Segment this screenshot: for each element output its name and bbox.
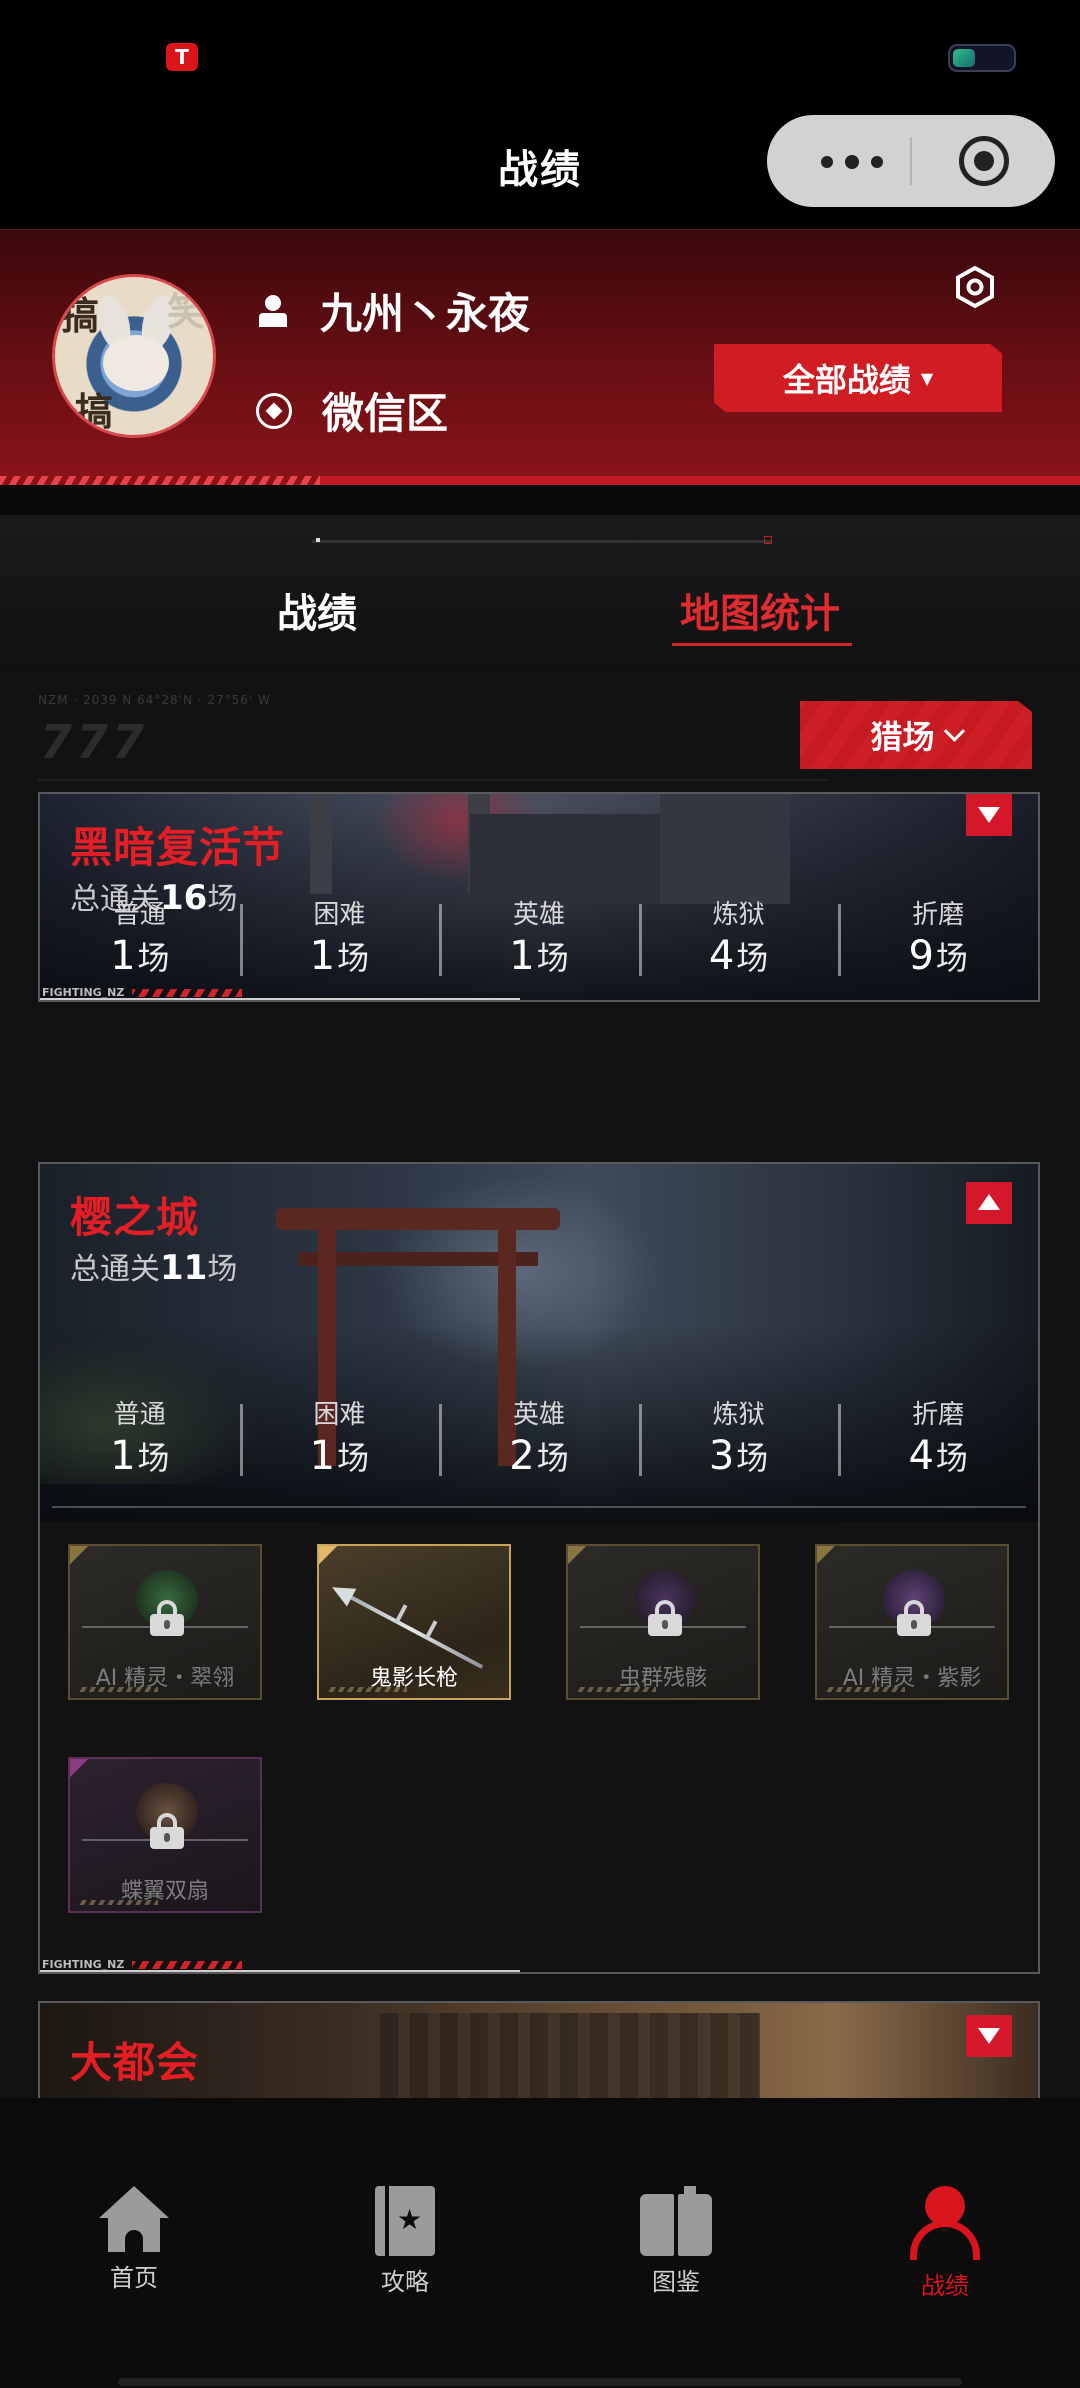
home-indicator — [118, 2378, 962, 2386]
user-icon — [256, 293, 290, 329]
reward-item-locked[interactable]: 虫群残骸 — [566, 1544, 760, 1700]
profile-header: 搞 搞 笑 九州丶永夜 微信区 全部战绩 ▼ — [0, 229, 1080, 486]
expand-toggle-button[interactable] — [966, 794, 1012, 836]
status-bar: T — [0, 0, 1080, 115]
difficulty-stats: 普通 1场 困难 1场 英雄 2场 炼狱 3场 折磨 4场 — [40, 1390, 1038, 1490]
tabbar-codex[interactable]: 图鉴 — [606, 2186, 746, 2297]
capsule-divider — [910, 137, 912, 185]
lock-icon — [648, 1600, 682, 1636]
close-miniprogram-button[interactable] — [959, 136, 1009, 186]
stat-inferno: 炼狱 3场 — [638, 1390, 839, 1490]
tabbar-home[interactable]: 首页 — [64, 2186, 204, 2293]
tab-bar: 战绩 地图统计 — [0, 515, 1080, 669]
app-notification-icon: T — [166, 43, 198, 71]
lock-icon — [150, 1600, 184, 1636]
reward-item-locked[interactable]: AI 精灵・紫影 — [815, 1544, 1009, 1700]
tab-track-decor — [312, 536, 772, 544]
reward-item-unlocked[interactable]: 鬼影长枪 — [317, 1544, 511, 1700]
caret-down-icon: ▼ — [920, 368, 934, 388]
stat-hard: 困难 1场 — [239, 1390, 440, 1490]
profile-name-row: 九州丶永夜 — [256, 280, 530, 341]
reward-grid: AI 精灵・翠翎 鬼影长枪 虫群残骸 AI 精灵・紫影 蝶翼双扇 — [40, 1522, 1038, 1967]
stat-hero: 英雄 2场 — [439, 1390, 639, 1490]
stat-normal: 普通 1场 — [110, 900, 170, 979]
lock-icon — [897, 1600, 931, 1636]
zone-icon — [256, 392, 292, 429]
person-icon — [910, 2186, 980, 2260]
tabbar-guide[interactable]: ★ 攻略 — [335, 2186, 475, 2297]
map-title: 黑暗复活节 — [70, 823, 286, 872]
expand-toggle-button[interactable] — [966, 2015, 1012, 2057]
collapse-toggle-button[interactable] — [966, 1182, 1012, 1224]
map-total-clears: 总通关11场 — [70, 1248, 238, 1288]
all-records-dropdown[interactable]: 全部战绩 ▼ — [714, 344, 1002, 412]
battery-icon — [948, 44, 1016, 72]
map-card-dark-easter[interactable]: 黑暗复活节 总通关16场 普通 1场 困难 1场 英雄 1场 炼狱 4场 折磨 9场 FI… — [38, 792, 1040, 1002]
miniprogram-capsule — [767, 115, 1055, 207]
lock-icon — [150, 1813, 184, 1849]
home-icon — [99, 2186, 169, 2252]
stat-torment: 折磨 4场 — [838, 1390, 1038, 1490]
more-menu-button[interactable] — [813, 145, 893, 177]
mode-filter-dropdown[interactable]: 猎场 — [800, 701, 1032, 769]
player-name: 九州丶永夜 — [320, 289, 531, 338]
reward-item-locked[interactable]: 蝶翼双扇 — [68, 1757, 262, 1913]
map-card-sakura-city[interactable]: 樱之城 总通关11场 普通 1场 困难 1场 英雄 2场 炼狱 3场 折磨 4场 AI 精… — [38, 1162, 1040, 1974]
guide-icon: ★ — [375, 2186, 435, 2256]
avatar[interactable]: 搞 搞 笑 — [52, 274, 216, 438]
reward-item-locked[interactable]: AI 精灵・翠翎 — [68, 1544, 262, 1700]
map-title: 樱之城 — [70, 1193, 200, 1242]
decor-coordinates: NZM · 2039 N 64°28'N · 27°56' W — [38, 693, 271, 707]
active-tab-underline — [672, 643, 852, 646]
stat-torment: 折磨 9场 — [838, 890, 1038, 990]
map-title: 大都会 — [70, 2038, 200, 2087]
settings-icon[interactable] — [954, 266, 996, 308]
stat-normal: 普通 1场 — [110, 1400, 170, 1479]
stat-hero: 英雄 1场 — [439, 890, 639, 990]
card-footer-decor: FIGHTING_NZ — [40, 1958, 520, 1972]
tabbar-records[interactable]: 战绩 — [875, 2186, 1015, 2301]
stat-inferno: 炼狱 4场 — [638, 890, 839, 990]
tab-records[interactable]: 战绩 — [277, 581, 357, 639]
chevron-down-icon — [943, 720, 965, 742]
bottom-tab-bar: 首页 ★ 攻略 图鉴 战绩 — [0, 2130, 1080, 2388]
stat-hard: 困难 1场 — [239, 890, 440, 990]
nav-bar: 战绩 — [0, 115, 1080, 229]
difficulty-stats: 普通 1场 困难 1场 英雄 1场 炼狱 4场 折磨 9场 — [40, 890, 1038, 990]
book-icon — [640, 2186, 712, 2256]
decor-number: 777 — [40, 715, 149, 769]
card-footer-decor: FIGHTING_NZ — [40, 986, 520, 1000]
server-zone: 微信区 — [322, 389, 449, 438]
tab-map-stats[interactable]: 地图统计 — [680, 581, 840, 639]
profile-zone-row: 微信区 — [256, 380, 448, 441]
map-card-metropolis[interactable]: 大都会 — [38, 2001, 1040, 2098]
map-stats-content[interactable]: NZM · 2039 N 64°28'N · 27°56' W 777 猎场 黑… — [0, 669, 1080, 2098]
